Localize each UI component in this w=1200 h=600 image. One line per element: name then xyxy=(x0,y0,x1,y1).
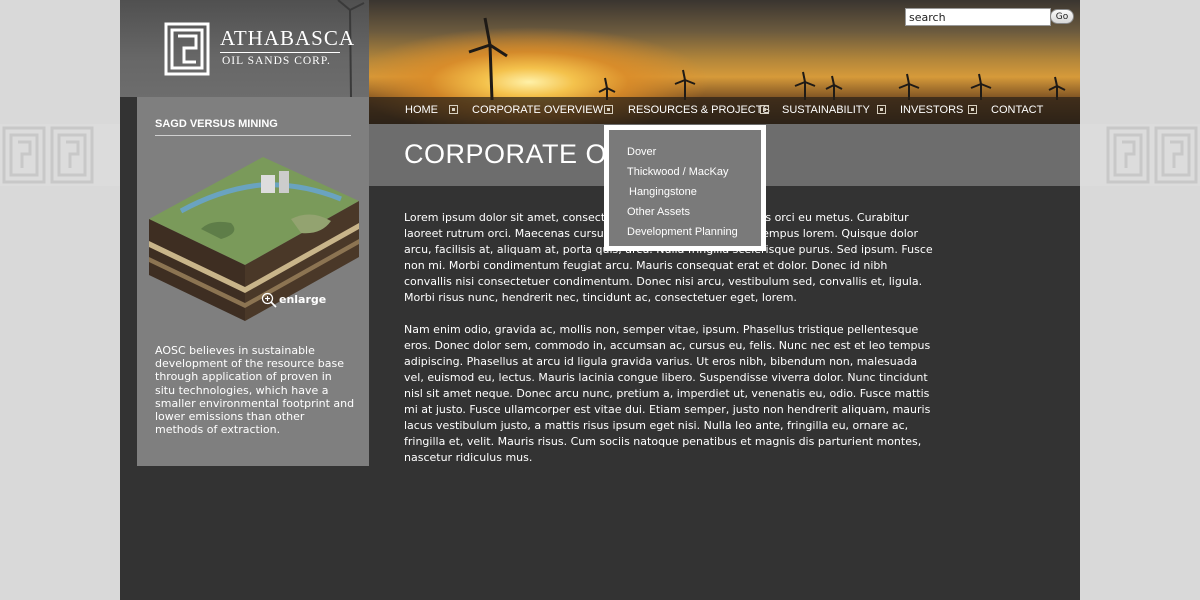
nav-separator-icon xyxy=(604,105,613,114)
nav-sustainability[interactable]: SUSTAINABILITY xyxy=(782,104,870,116)
resources-dropdown-menu: Dover Thickwood / MacKay Hangingstone Ot… xyxy=(604,125,766,251)
page-container: ATHABASCA OIL SANDS CORP. Go HOME CORPOR… xyxy=(120,0,1080,600)
nav-investors[interactable]: INVESTORS xyxy=(900,104,963,116)
search-go-button[interactable]: Go xyxy=(1050,9,1074,24)
maze-logo-icon xyxy=(164,22,210,76)
dropdown-item-hangingstone[interactable]: Hangingstone xyxy=(629,186,697,198)
dropdown-item-dover[interactable]: Dover xyxy=(627,146,656,158)
maze-pattern-icon xyxy=(1106,126,1198,184)
nav-home[interactable]: HOME xyxy=(405,104,438,116)
logo-subtitle: OIL SANDS CORP. xyxy=(222,55,331,67)
logo-name: ATHABASCA xyxy=(220,26,356,50)
nav-separator-icon xyxy=(449,105,458,114)
company-logo[interactable]: ATHABASCA OIL SANDS CORP. xyxy=(164,22,354,76)
dropdown-item-other-assets[interactable]: Other Assets xyxy=(627,206,690,218)
nav-contact[interactable]: CONTACT xyxy=(991,104,1043,116)
sidebar-divider xyxy=(155,135,351,136)
sidebar-description: AOSC believes in sustainable development… xyxy=(155,344,355,437)
search-input[interactable] xyxy=(905,8,1051,26)
sidebar: SAGD VERSUS MINING enlarge AOSC believes… xyxy=(137,97,369,466)
nav-separator-icon xyxy=(760,105,769,114)
maze-pattern-icon xyxy=(2,126,94,184)
sidebar-title: SAGD VERSUS MINING xyxy=(155,118,278,130)
nav-separator-icon xyxy=(877,105,886,114)
nav-corporate-overview[interactable]: CORPORATE OVERVIEW xyxy=(472,104,603,116)
dropdown-item-development-planning[interactable]: Development Planning xyxy=(627,226,738,238)
terrain-cross-section-image[interactable] xyxy=(141,149,363,329)
enlarge-link[interactable]: enlarge xyxy=(261,292,327,308)
enlarge-label: enlarge xyxy=(279,293,327,306)
logo-divider xyxy=(220,52,340,53)
nav-separator-icon xyxy=(968,105,977,114)
nav-resources-projects[interactable]: RESOURCES & PROJECTS xyxy=(628,104,770,116)
dropdown-item-thickwood-mackay[interactable]: Thickwood / MacKay xyxy=(627,166,728,178)
paragraph: Nam enim odio, gravida ac, mollis non, s… xyxy=(404,323,931,464)
zoom-in-icon xyxy=(261,292,277,308)
